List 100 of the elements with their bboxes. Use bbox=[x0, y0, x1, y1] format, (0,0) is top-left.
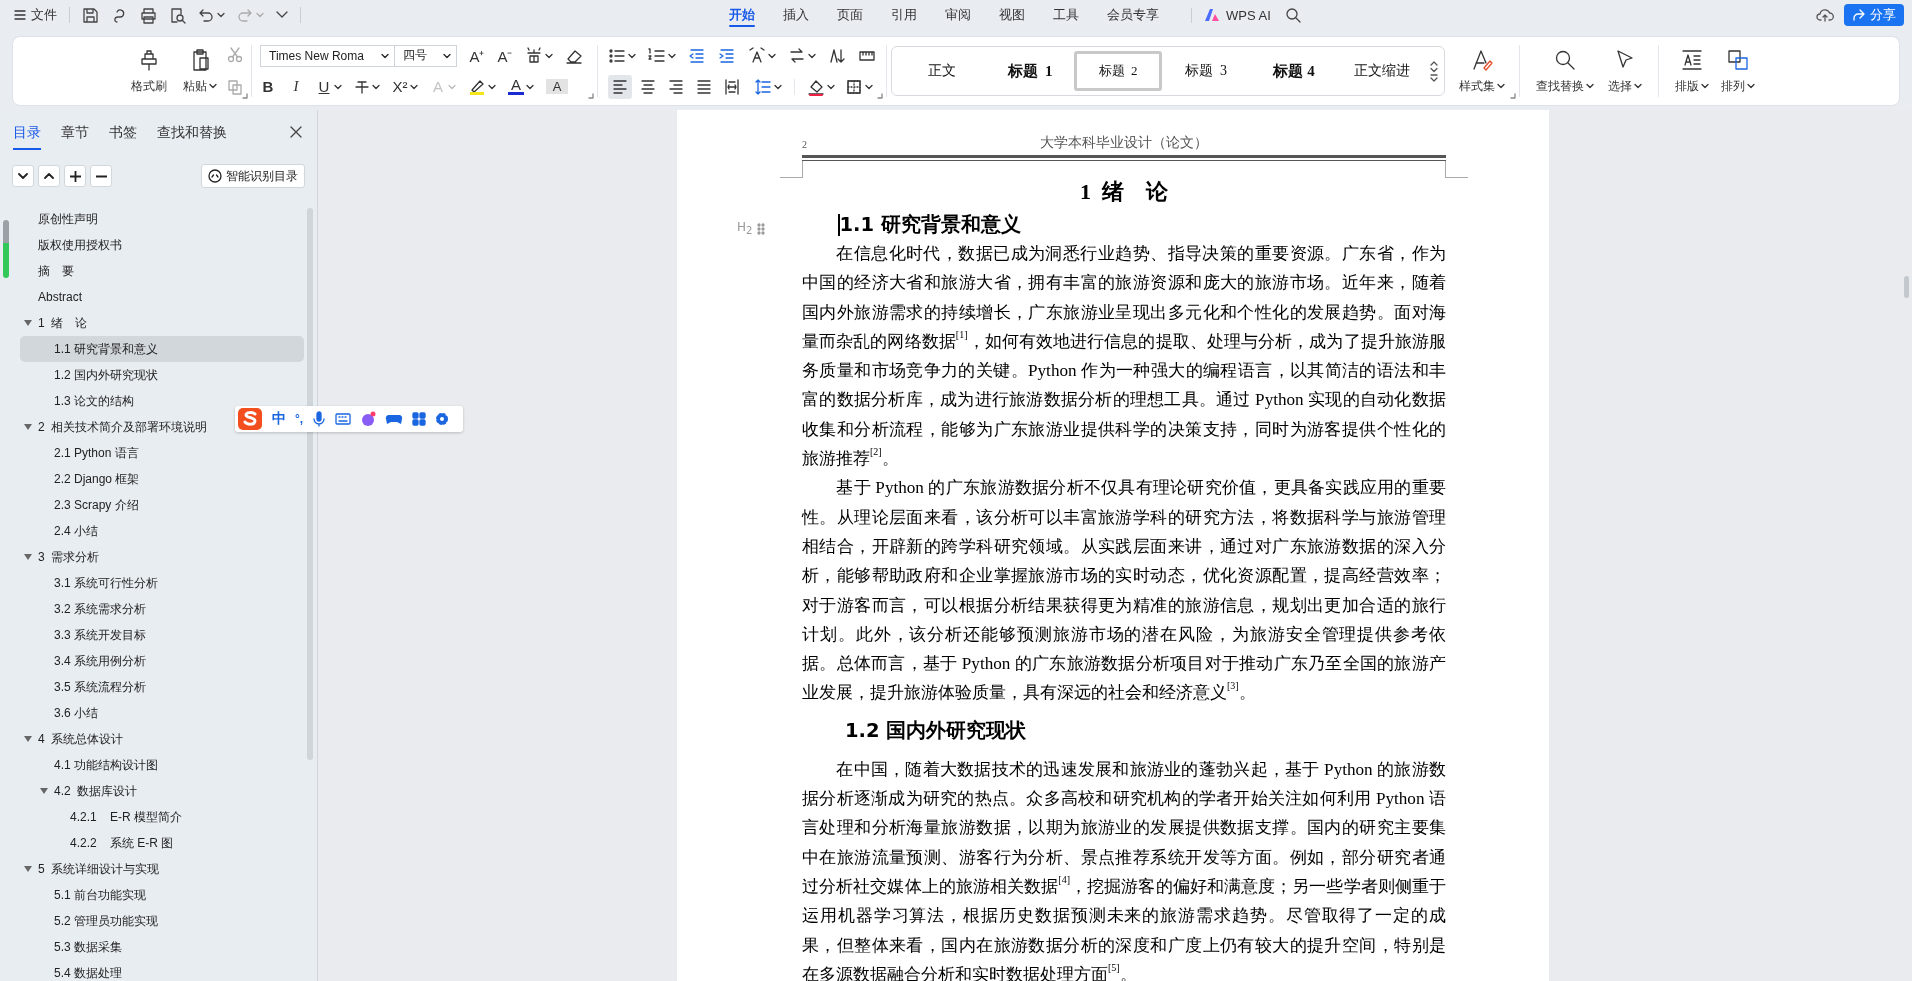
print-icon[interactable] bbox=[140, 6, 157, 24]
decrease-indent-icon[interactable] bbox=[688, 46, 706, 65]
scrollbar-thumb[interactable] bbox=[1904, 276, 1909, 298]
caret-icon[interactable] bbox=[526, 83, 534, 90]
drag-handle-icon[interactable] bbox=[757, 223, 766, 236]
style-option[interactable]: 正文缩进 bbox=[1338, 51, 1426, 91]
expand-corner-icon[interactable] bbox=[1510, 93, 1516, 99]
caret-icon[interactable] bbox=[381, 52, 389, 59]
expand-corner-icon[interactable] bbox=[242, 93, 248, 99]
shrink-font-button[interactable]: A⁻ bbox=[497, 45, 513, 66]
collapse-down-button[interactable] bbox=[12, 165, 34, 187]
caret-icon[interactable] bbox=[1634, 83, 1642, 89]
ribbon-tab[interactable]: 插入 bbox=[769, 0, 823, 30]
caret-icon[interactable] bbox=[808, 52, 816, 59]
toc-item[interactable]: 5.1 前台功能实现 bbox=[54, 886, 146, 904]
caret-icon[interactable] bbox=[865, 83, 873, 90]
font-name-field[interactable]: Times New Roma bbox=[260, 44, 395, 67]
toc-item[interactable]: 1.3 论文的结构 bbox=[54, 392, 134, 410]
ribbon-tab[interactable]: 开始 bbox=[715, 0, 769, 30]
paste-button[interactable]: 粘贴 bbox=[177, 43, 223, 99]
character-shading-button[interactable]: A bbox=[546, 79, 568, 94]
strikethrough-icon[interactable] bbox=[354, 78, 370, 95]
remove-button[interactable] bbox=[90, 165, 112, 187]
caret-icon[interactable] bbox=[443, 52, 451, 59]
caret-icon[interactable] bbox=[1586, 83, 1594, 89]
search-icon[interactable] bbox=[1284, 7, 1301, 23]
expanded-triangle-icon[interactable] bbox=[24, 319, 32, 327]
caret-icon[interactable] bbox=[668, 52, 676, 59]
style-option[interactable]: 标题 3 bbox=[1162, 51, 1250, 91]
toc-item[interactable]: 3.6 小结 bbox=[54, 704, 98, 722]
toc-item[interactable]: 4.2.1 E-R 模型简介 bbox=[70, 808, 183, 826]
find-replace-button[interactable]: 查找替换 bbox=[1530, 43, 1600, 99]
toc-item[interactable]: 5.4 数据处理 bbox=[54, 964, 122, 981]
superscript-button[interactable]: X² bbox=[392, 78, 408, 95]
grow-font-button[interactable]: A⁺ bbox=[469, 45, 485, 66]
caret-icon[interactable] bbox=[827, 83, 835, 90]
caret-icon[interactable] bbox=[1747, 83, 1755, 89]
panel-tab[interactable]: 书签 bbox=[109, 124, 137, 150]
toc-item[interactable]: 3.5 系统流程分析 bbox=[54, 678, 146, 696]
arrange-button[interactable]: 排列 bbox=[1715, 43, 1761, 99]
caret-icon[interactable] bbox=[209, 83, 217, 89]
toc-item[interactable]: 4.2.2 系统 E-R 图 bbox=[70, 834, 174, 852]
toc-item[interactable]: 版权使用授权书 bbox=[38, 236, 122, 254]
expanded-triangle-icon[interactable] bbox=[24, 423, 32, 431]
input-method-logo-icon[interactable] bbox=[237, 407, 263, 431]
scroll-down-icon[interactable] bbox=[1430, 67, 1438, 73]
line-spacing-icon[interactable] bbox=[754, 77, 772, 96]
toc-item[interactable]: 5.3 数据采集 bbox=[54, 938, 122, 956]
expanded-triangle-icon[interactable] bbox=[24, 553, 32, 561]
underline-button[interactable]: U bbox=[316, 78, 332, 95]
ribbon-tab[interactable]: 视图 bbox=[985, 0, 1039, 30]
toc-item[interactable]: 1.2 国内外研究现状 bbox=[54, 366, 158, 384]
panel-tab[interactable]: 查找和替换 bbox=[157, 124, 227, 150]
caret-icon[interactable] bbox=[768, 52, 776, 59]
style-option[interactable]: 标题 1 bbox=[986, 51, 1074, 91]
punctuation-toggle[interactable]: °, bbox=[295, 412, 304, 426]
caret-icon[interactable] bbox=[628, 52, 636, 59]
align-left-icon[interactable] bbox=[608, 74, 632, 99]
toc-item[interactable]: 2.1 Python 语言 bbox=[54, 444, 139, 462]
share-button[interactable]: 分享 bbox=[1844, 4, 1904, 26]
toc-item[interactable]: 原创性声明 bbox=[38, 210, 98, 228]
font-size-field[interactable]: 四号 bbox=[395, 44, 457, 67]
caret-icon[interactable] bbox=[1701, 83, 1709, 89]
style-option[interactable]: 正文 bbox=[898, 51, 986, 91]
grid-apps-icon[interactable] bbox=[412, 412, 427, 426]
ribbon-tab[interactable]: 页面 bbox=[823, 0, 877, 30]
toc-item[interactable]: Abstract bbox=[38, 290, 82, 304]
phonetic-guide-icon[interactable] bbox=[525, 46, 543, 65]
expand-corner-icon[interactable] bbox=[588, 93, 594, 99]
toc-item[interactable]: 3.2 系统需求分析 bbox=[54, 600, 146, 618]
border-icon[interactable] bbox=[845, 77, 863, 96]
toc-item[interactable]: 4 系统总体设计 bbox=[38, 730, 124, 748]
caret-icon[interactable] bbox=[1497, 83, 1505, 89]
ribbon-tab[interactable]: 会员专享 bbox=[1093, 0, 1173, 30]
save-icon[interactable] bbox=[82, 6, 99, 24]
format-painter-button[interactable]: 格式刷 bbox=[125, 43, 173, 99]
ribbon-tab[interactable]: 引用 bbox=[877, 0, 931, 30]
toc-item[interactable]: 1 绪 论 bbox=[38, 314, 88, 332]
print-preview-icon[interactable] bbox=[169, 6, 186, 24]
ribbon-tab[interactable]: 工具 bbox=[1039, 0, 1093, 30]
toc-item[interactable]: 2.2 Django 框架 bbox=[54, 470, 140, 488]
cloud-upload-icon[interactable] bbox=[1816, 7, 1834, 23]
caret-icon[interactable] bbox=[334, 83, 342, 90]
style-set-button[interactable]: 样式集 bbox=[1453, 43, 1511, 99]
caret-icon[interactable] bbox=[217, 12, 225, 18]
font-color-button[interactable]: A bbox=[508, 78, 524, 95]
smart-toc-button[interactable]: 智能识别目录 bbox=[201, 164, 305, 188]
italic-button[interactable]: I bbox=[288, 78, 304, 95]
gallery-more-icon[interactable] bbox=[1430, 74, 1438, 82]
keyboard-icon[interactable] bbox=[335, 413, 352, 425]
caret-icon[interactable] bbox=[410, 83, 418, 90]
numbered-list-icon[interactable] bbox=[648, 46, 666, 65]
panel-tab[interactable]: 目录 bbox=[13, 124, 41, 150]
style-option[interactable]: 标题 4 bbox=[1250, 51, 1338, 91]
toc-item[interactable]: 3.4 系统用例分析 bbox=[54, 652, 146, 670]
toc-item[interactable]: 3 需求分析 bbox=[38, 548, 100, 566]
toc-item[interactable]: 5 系统详细设计与实现 bbox=[38, 860, 160, 878]
bold-button[interactable]: B bbox=[260, 78, 276, 95]
move-up-button[interactable] bbox=[38, 165, 60, 187]
toc-item[interactable]: 2.4 小结 bbox=[54, 522, 98, 540]
